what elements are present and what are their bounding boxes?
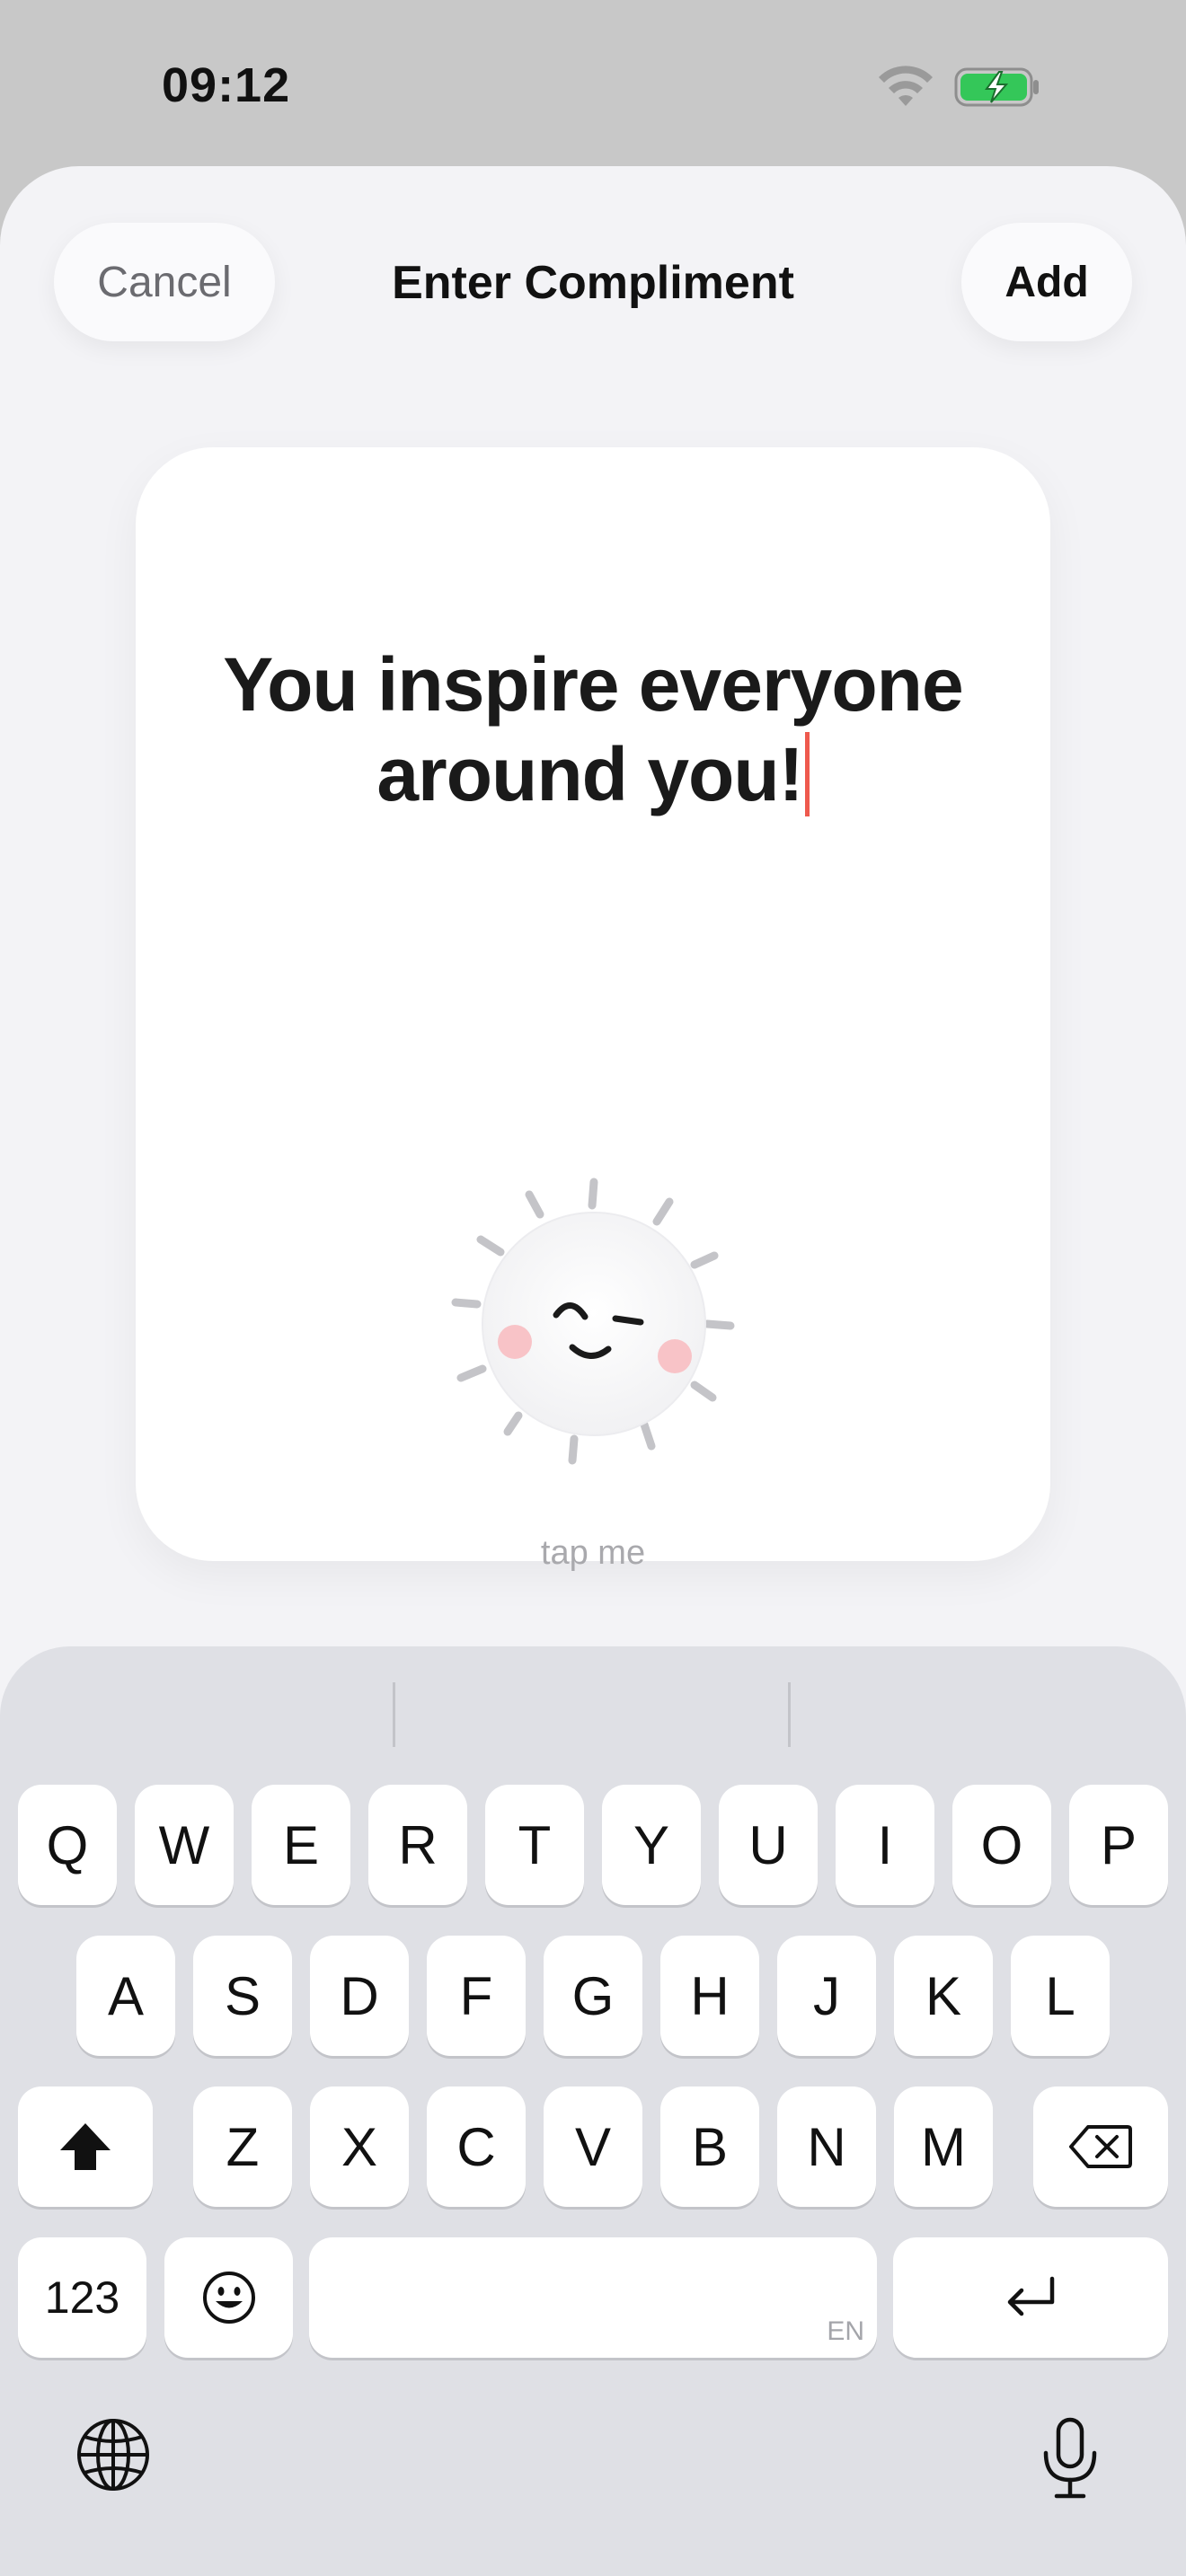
- key-l[interactable]: L: [1011, 1936, 1110, 2056]
- return-key[interactable]: [893, 2237, 1168, 2358]
- key-m[interactable]: M: [894, 2086, 993, 2207]
- status-bar: 09:12: [0, 0, 1186, 166]
- compliment-card[interactable]: You inspire everyone around you! tap me: [136, 447, 1050, 1572]
- shift-key[interactable]: [18, 2086, 153, 2207]
- key-q[interactable]: Q: [18, 1785, 117, 1905]
- numbers-key[interactable]: 123: [18, 2237, 146, 2358]
- key-e[interactable]: E: [252, 1785, 350, 1905]
- compliment-line-2-wrap: around you!: [190, 729, 996, 819]
- keyboard: Q W E R T Y U I O P A S D F G H J K L Z …: [0, 1646, 1186, 2576]
- key-u[interactable]: U: [719, 1785, 818, 1905]
- key-p[interactable]: P: [1069, 1785, 1168, 1905]
- tap-hint: tap me: [540, 1534, 646, 1572]
- key-h[interactable]: H: [660, 1936, 759, 2056]
- key-i[interactable]: I: [836, 1785, 934, 1905]
- delete-key[interactable]: [1033, 2086, 1168, 2207]
- compliment-line-2: around you!: [376, 732, 803, 816]
- battery-charging-icon: [954, 67, 1039, 107]
- key-j[interactable]: J: [777, 1936, 876, 2056]
- key-a[interactable]: A: [76, 1936, 175, 2056]
- emoji-key[interactable]: [164, 2237, 293, 2358]
- suggestion-divider: [788, 1682, 791, 1747]
- microphone-icon[interactable]: [1040, 2417, 1100, 2500]
- key-w[interactable]: W: [135, 1785, 234, 1905]
- key-b[interactable]: B: [660, 2086, 759, 2207]
- shift-icon: [60, 2123, 111, 2170]
- compliment-text-field[interactable]: You inspire everyone around you!: [190, 640, 996, 819]
- key-v[interactable]: V: [544, 2086, 642, 2207]
- space-language-label: EN: [827, 2316, 864, 2346]
- key-f[interactable]: F: [427, 1936, 526, 2056]
- globe-icon[interactable]: [75, 2417, 151, 2492]
- wifi-icon: [879, 66, 933, 106]
- delete-icon: [1069, 2125, 1132, 2168]
- key-t[interactable]: T: [485, 1785, 584, 1905]
- key-d[interactable]: D: [310, 1936, 409, 2056]
- key-x[interactable]: X: [310, 2086, 409, 2207]
- key-c[interactable]: C: [427, 2086, 526, 2207]
- compliment-line-1: You inspire everyone: [223, 642, 963, 727]
- key-y[interactable]: Y: [602, 1785, 701, 1905]
- key-s[interactable]: S: [193, 1936, 292, 2056]
- add-button[interactable]: Add: [961, 223, 1132, 341]
- key-z[interactable]: Z: [193, 2086, 292, 2207]
- key-o[interactable]: O: [952, 1785, 1051, 1905]
- text-caret: [804, 732, 810, 816]
- smiling-sun-icon[interactable]: [414, 1148, 774, 1507]
- key-r[interactable]: R: [368, 1785, 467, 1905]
- key-k[interactable]: K: [894, 1936, 993, 2056]
- status-time: 09:12: [162, 58, 291, 112]
- key-g[interactable]: G: [544, 1936, 642, 2056]
- space-key[interactable]: EN: [309, 2237, 877, 2358]
- return-icon: [1007, 2276, 1055, 2316]
- emoji-icon: [202, 2272, 255, 2324]
- suggestion-divider: [393, 1682, 395, 1747]
- key-n[interactable]: N: [777, 2086, 876, 2207]
